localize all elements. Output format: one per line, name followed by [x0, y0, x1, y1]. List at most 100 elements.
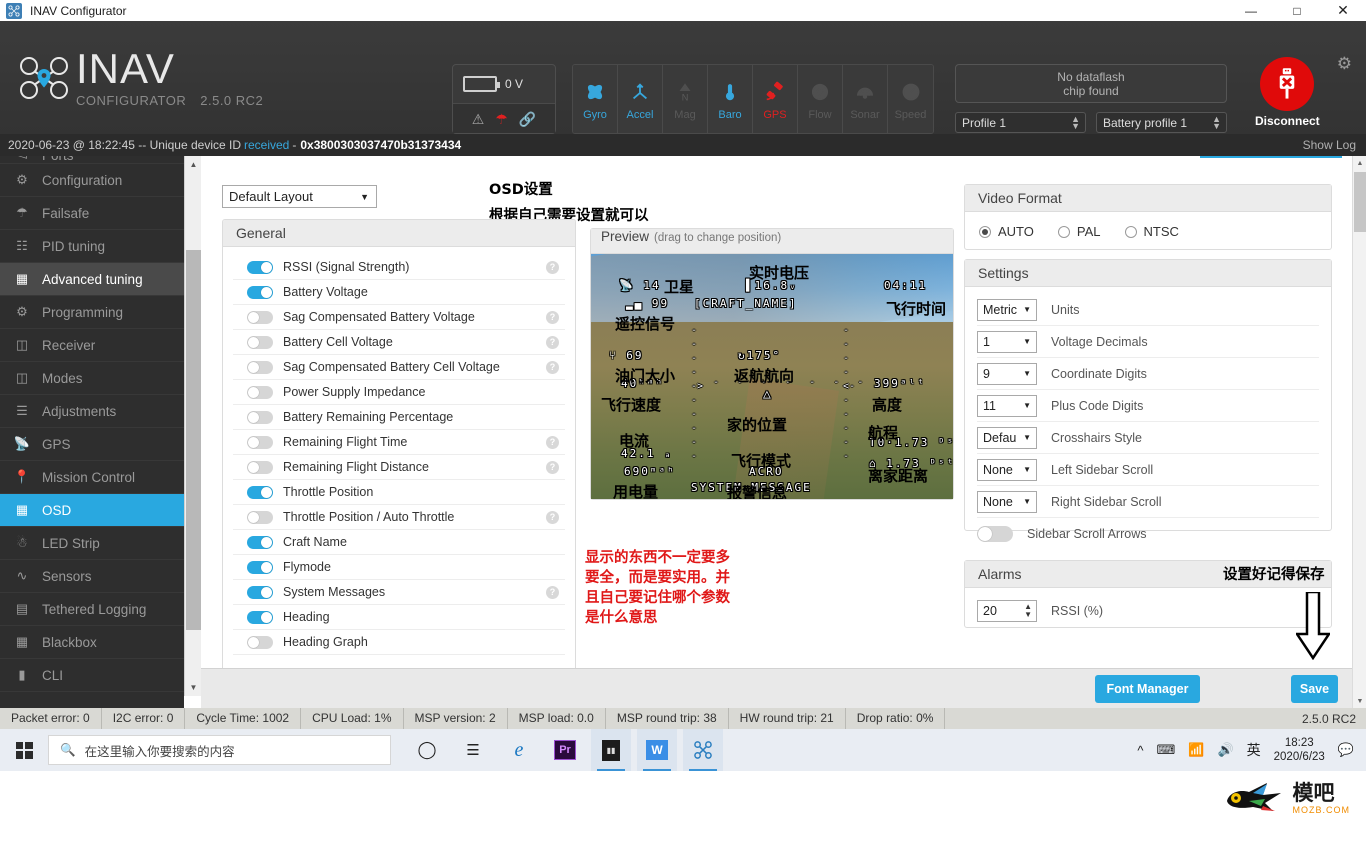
help-icon[interactable]: ?	[546, 360, 559, 374]
wifi-icon[interactable]: 📶	[1188, 742, 1204, 758]
setting-select[interactable]: Defau ▼	[977, 426, 1037, 449]
setting-select[interactable]: 9 ▼	[977, 362, 1037, 385]
osd-item-throttle[interactable]: ⑂ 69	[609, 350, 643, 362]
osd-element-toggle[interactable]	[247, 410, 273, 424]
osd-item-craft-name[interactable]: [CRAFT_NAME]	[694, 298, 797, 310]
osd-element-toggle[interactable]	[247, 385, 273, 399]
osd-preview-screen[interactable]: - - - - -> - - - - - - - - - <- - - - - - - - - - - - - △ …	[591, 254, 953, 499]
scroll-down-icon[interactable]: ▼	[185, 679, 202, 696]
osd-item-rssi-value[interactable]: ▂▄ 99	[626, 298, 669, 310]
sidebar-scroll-thumb[interactable]	[186, 250, 201, 630]
spinner-arrows-icon[interactable]: ▲ ▼	[1024, 603, 1032, 619]
scroll-up-icon[interactable]: ▲	[1353, 156, 1366, 170]
help-icon[interactable]: ?	[546, 260, 559, 274]
help-icon[interactable]: ?	[546, 335, 559, 349]
sidebar-item-blackbox[interactable]: ▦ Blackbox	[0, 626, 184, 659]
chevron-up-icon[interactable]: ^	[1137, 743, 1143, 758]
osd-element-toggle[interactable]	[247, 560, 273, 574]
sidebar-item-receiver[interactable]: ◫ Receiver	[0, 329, 184, 362]
sidebar-item-pid-tuning[interactable]: ☷ PID tuning	[0, 230, 184, 263]
sidebar-item-configuration[interactable]: ⚙ Configuration	[0, 164, 184, 197]
sidebar-scroll-arrows-toggle[interactable]	[977, 526, 1013, 542]
sidebar-item-cli[interactable]: ▮ CLI	[0, 659, 184, 692]
osd-item-altitude[interactable]: 399ᵃˡᵗ	[874, 378, 926, 390]
sidebar-item-tethered-logging[interactable]: ▤ Tethered Logging	[0, 593, 184, 626]
keyboard-icon[interactable]: ⌨	[1157, 742, 1176, 758]
font-manager-button[interactable]: Font Manager	[1095, 675, 1200, 703]
radio-ntsc[interactable]	[1124, 225, 1137, 238]
osd-item-mah-drawn[interactable]: 690ᵐᵃʰ	[624, 466, 676, 478]
osd-element-toggle[interactable]	[247, 610, 273, 624]
scroll-up-icon[interactable]: ▲	[185, 156, 202, 173]
osd-item-home-heading[interactable]: ↻175°	[738, 350, 781, 362]
premiere-icon[interactable]: Pr	[545, 729, 585, 771]
setting-select[interactable]: 11 ▼	[977, 394, 1037, 417]
taskbar-clock[interactable]: 18:23 2020/6/23	[1274, 736, 1325, 764]
battery-profile-select[interactable]: Battery profile 1 ▲ ▼	[1096, 112, 1227, 133]
radio-pal[interactable]	[1057, 225, 1070, 238]
sidebar-item-programming[interactable]: ⚙ Programming	[0, 296, 184, 329]
show-log-button[interactable]: Show Log	[1303, 138, 1356, 152]
setting-select[interactable]: None ▼	[977, 490, 1037, 513]
help-icon[interactable]: ?	[546, 510, 559, 524]
osd-item-sat-count[interactable]: 📡 14	[619, 280, 661, 292]
osd-element-label: Remaining Flight Time	[283, 435, 408, 449]
help-icon[interactable]: ?	[546, 435, 559, 449]
osd-element-toggle[interactable]	[247, 510, 273, 524]
osd-element-toggle[interactable]	[247, 435, 273, 449]
osd-element-toggle[interactable]	[247, 360, 273, 374]
osd-element-toggle[interactable]	[247, 535, 273, 549]
sidebar-item-gps[interactable]: 📡 GPS	[0, 428, 184, 461]
osd-element-toggle[interactable]	[247, 335, 273, 349]
volume-icon[interactable]: 🔊	[1217, 742, 1233, 758]
sidebar-scrollbar[interactable]: ▲ ▼	[184, 156, 202, 696]
setting-select[interactable]: 1 ▼	[977, 330, 1037, 353]
sidebar-item-advanced-tuning[interactable]: ▦ Advanced tuning	[0, 263, 184, 296]
close-button[interactable]: ✕	[1320, 0, 1366, 21]
start-button[interactable]	[0, 729, 48, 771]
task-view-icon[interactable]: ☰	[453, 729, 493, 771]
home-arrow-icon[interactable]: △	[763, 388, 773, 401]
sidebar-item-mission-control[interactable]: 📍 Mission Control	[0, 461, 184, 494]
scroll-down-icon[interactable]: ▼	[1353, 694, 1366, 708]
osd-element-toggle[interactable]	[247, 310, 273, 324]
setting-select[interactable]: Metric ▼	[977, 298, 1037, 321]
cortana-icon[interactable]: ◯	[407, 729, 447, 771]
terminal-icon[interactable]: ▮▮	[591, 729, 631, 771]
edge-icon[interactable]: e	[499, 729, 539, 771]
sidebar-item-adjustments[interactable]: ☰ Adjustments	[0, 395, 184, 428]
osd-element-toggle[interactable]	[247, 485, 273, 499]
sidebar-item-modes[interactable]: ◫ Modes	[0, 362, 184, 395]
help-icon[interactable]: ?	[546, 460, 559, 474]
content-scrollbar[interactable]: ▲ ▼	[1352, 156, 1366, 708]
minimize-button[interactable]: —	[1228, 0, 1274, 21]
osd-element-toggle[interactable]	[247, 285, 273, 299]
rssi-alarm-input[interactable]: 20 ▲ ▼	[977, 600, 1037, 622]
gear-icon[interactable]: ⚙	[1337, 54, 1352, 74]
save-button[interactable]: Save	[1291, 675, 1338, 703]
osd-element-toggle[interactable]	[247, 260, 273, 274]
layout-select[interactable]: Default Layout ▼	[222, 185, 377, 208]
sidebar-item-osd[interactable]: ▦ OSD	[0, 494, 184, 527]
radio-auto[interactable]	[979, 225, 991, 238]
osd-element-toggle[interactable]	[247, 585, 273, 599]
maximize-button[interactable]: □	[1274, 0, 1320, 21]
setting-select[interactable]: None ▼	[977, 458, 1037, 481]
sidebar-item-failsafe[interactable]: ☂ Failsafe	[0, 197, 184, 230]
osd-item-flight-time[interactable]: 04:11	[884, 280, 927, 292]
sidebar-item-ports[interactable]: ◅ Ports	[0, 156, 184, 164]
notification-icon[interactable]: 💬	[1338, 742, 1354, 758]
taskbar-search-input[interactable]: 🔍 在这里输入你要搜索的内容	[48, 735, 391, 765]
disconnect-button[interactable]: Disconnect	[1255, 57, 1320, 128]
help-icon[interactable]: ?	[546, 585, 559, 599]
content-scroll-thumb[interactable]	[1354, 172, 1366, 232]
inav-icon[interactable]	[683, 729, 723, 771]
wps-icon[interactable]: W	[637, 729, 677, 771]
profile-select[interactable]: Profile 1 ▲ ▼	[955, 112, 1086, 133]
osd-element-toggle[interactable]	[247, 635, 273, 649]
sidebar-item-sensors[interactable]: ∿ Sensors	[0, 560, 184, 593]
osd-element-toggle[interactable]	[247, 460, 273, 474]
help-icon[interactable]: ?	[546, 310, 559, 324]
ime-indicator[interactable]: 英	[1247, 740, 1261, 760]
sidebar-item-led-strip[interactable]: ☃ LED Strip	[0, 527, 184, 560]
